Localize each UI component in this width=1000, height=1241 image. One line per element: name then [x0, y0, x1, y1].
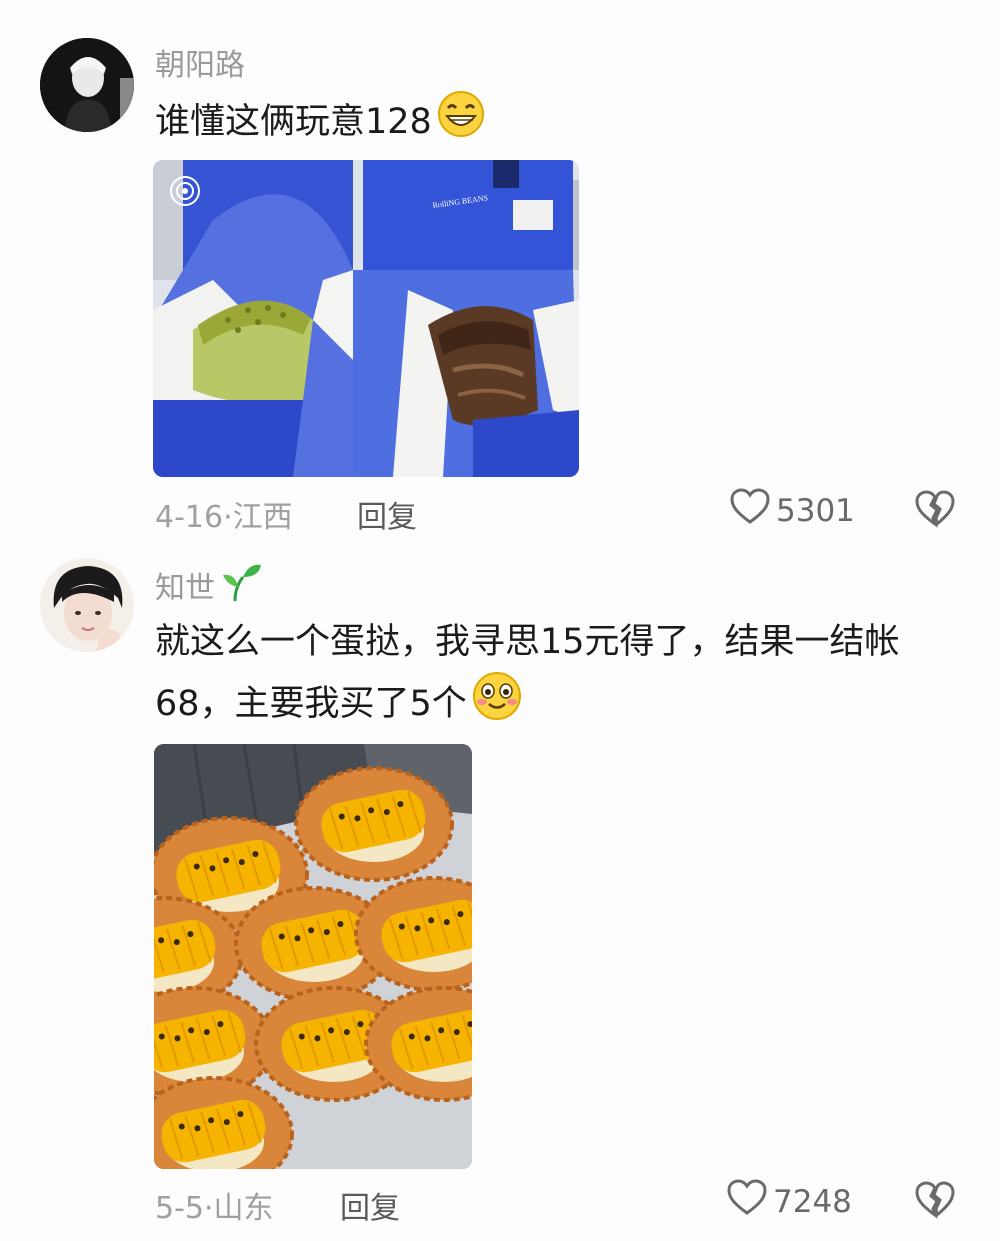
like-count: 5301: [776, 493, 855, 529]
broken-heart-icon: [915, 1181, 955, 1223]
comment-text-content: 68，主要我买了5个: [155, 684, 467, 724]
reply-button[interactable]: 回复: [340, 1183, 400, 1227]
comment-date: 4-16: [155, 500, 224, 535]
username-text: 知世: [155, 571, 215, 606]
comment-text-line: 68，主要我买了5个: [155, 671, 975, 739]
seedling-icon: [219, 561, 263, 609]
username[interactable]: 知世: [155, 561, 263, 609]
comment-date: 5-5: [155, 1191, 204, 1226]
broken-heart-icon: [915, 490, 955, 532]
like-count: 7248: [773, 1184, 852, 1220]
avatar[interactable]: [40, 558, 134, 652]
dislike-button[interactable]: [915, 490, 955, 532]
heart-icon: [727, 1179, 773, 1225]
meta-separator: ·: [223, 500, 233, 535]
dislike-button[interactable]: [915, 1181, 955, 1223]
comment-text: 就这么一个蛋挞，我寻思15元得了，结果一结帐 68，主要我买了5个: [155, 613, 975, 739]
comment-text-line: 就这么一个蛋挞，我寻思15元得了，结果一结帐: [155, 622, 900, 662]
avatar-image: [40, 558, 134, 652]
comment-text-content: 谁懂这俩玩意128: [155, 102, 432, 142]
comment-text: 谁懂这俩玩意128: [155, 90, 486, 156]
comment-photo-rolls[interactable]: RolliNG BEANS: [153, 160, 579, 477]
comment-meta: 4-16·江西: [155, 492, 293, 536]
comment-item: 朝阳路 谁懂这俩玩意128 RolliNG BEANS 4-16·江西 回复 5…: [0, 0, 1000, 545]
avatar-image: [40, 38, 134, 132]
avatar[interactable]: [40, 38, 134, 132]
like-button[interactable]: 5301: [730, 488, 855, 534]
grinning-face-icon: [436, 90, 486, 156]
comment-location: 山东: [213, 1191, 274, 1226]
heart-icon: [730, 488, 776, 534]
comment-location: 江西: [232, 500, 293, 535]
username[interactable]: 朝阳路: [155, 40, 245, 84]
comment-item: 知世 就这么一个蛋挞，我寻思15元得了，结果一结帐 68，主要我买了5个 5-5…: [0, 545, 1000, 1241]
like-button[interactable]: 7248: [727, 1179, 852, 1225]
reply-button[interactable]: 回复: [357, 492, 417, 536]
comment-photo-egg-tarts[interactable]: [154, 744, 472, 1169]
egg-tart: [294, 766, 454, 882]
flushed-smile-face-icon: [471, 671, 523, 739]
meta-separator: ·: [204, 1191, 214, 1226]
comment-meta: 5-5·山东: [155, 1183, 274, 1227]
